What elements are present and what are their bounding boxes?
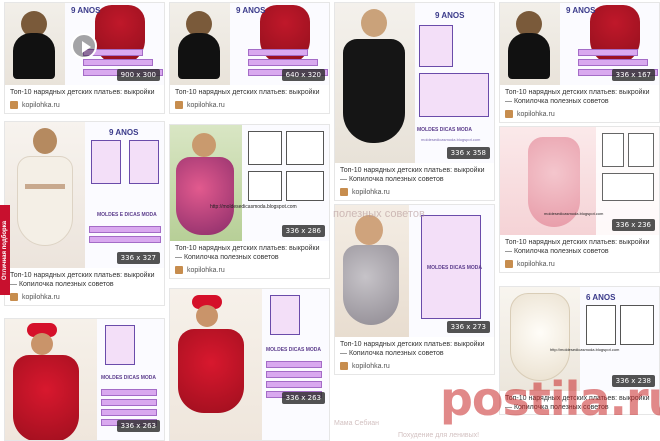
pin-caption[interactable]: Топ-10 нарядных детских платьев: выкройк… — [5, 268, 164, 291]
pin-image[interactable]: moldesedicasmoda.blogspot.com 336 x 236 — [500, 127, 659, 235]
play-icon[interactable] — [71, 33, 97, 59]
pin-image[interactable]: MOLDES DICAS MODA 336 x 263 — [170, 289, 329, 440]
size-badge: 336 x 358 — [446, 147, 490, 159]
pin-source[interactable]: kopilohka.ru — [5, 99, 164, 113]
source-icon — [340, 362, 348, 370]
pin-card[interactable]: MOLDES DICAS MODA 336 x 273 Топ-10 наряд… — [334, 204, 495, 375]
size-badge: 336 x 236 — [611, 219, 655, 231]
size-badge: 336 x 263 — [116, 420, 160, 432]
pin-board: 9 ANOS 900 x 300 Топ-10 нарядных детских… — [0, 0, 660, 441]
pin-source[interactable]: kopilohka.ru — [500, 258, 659, 272]
ghost-text: полезных советов — [333, 208, 425, 220]
pin-image[interactable]: MOLDES DICAS MODA 336 x 273 — [335, 205, 494, 337]
pin-card[interactable]: MOLDES DICAS MODA 336 x 263 — [4, 318, 165, 441]
source-icon — [175, 101, 183, 109]
source-icon — [505, 260, 513, 268]
pin-caption[interactable]: Топ-10 нарядных детских платьев: выкройк… — [500, 235, 659, 258]
pin-image[interactable]: 9 ANOS 640 x 320 — [170, 3, 329, 85]
pin-source[interactable]: kopilohka.ru — [335, 186, 494, 200]
side-tab[interactable]: Отличная подборка — [0, 205, 10, 295]
pin-image[interactable]: http://moldesedicasmoda.blogspot.com 336… — [170, 125, 329, 241]
size-badge: 336 x 167 — [611, 69, 655, 81]
pin-caption[interactable]: Топ-10 нарядных детских платьев: выкройк… — [170, 241, 329, 264]
size-badge: 640 x 320 — [281, 69, 325, 81]
pin-source[interactable]: kopilohka.ru — [170, 264, 329, 278]
pin-caption[interactable]: Топ-10 нарядных детских платьев: выкройк… — [335, 337, 494, 360]
pin-caption[interactable]: Топ-10 нарядных детских платьев: выкройк… — [500, 85, 659, 108]
source-icon — [175, 266, 183, 274]
pin-card[interactable]: 9 ANOS 336 x 167 Топ-10 нарядных детских… — [499, 2, 660, 123]
pattern-url: http://moldesedicasmoda.blogspot.com — [210, 204, 297, 210]
pin-card[interactable]: 9 ANOS 640 x 320 Топ-10 нарядных детских… — [169, 2, 330, 114]
pin-card[interactable]: 9 ANOS MOLDES E DICAS MODA 336 x 327 Топ… — [4, 121, 165, 306]
pattern-title: 9 ANOS — [71, 6, 101, 15]
pin-image[interactable]: 9 ANOS 900 x 300 — [5, 3, 164, 85]
pin-source[interactable]: kopilohka.ru — [170, 99, 329, 113]
pin-image[interactable]: 9 ANOS 336 x 167 — [500, 3, 659, 85]
size-badge: 336 x 263 — [281, 392, 325, 404]
pin-caption[interactable]: Топ-10 нарядных детских платьев: выкройк… — [5, 85, 164, 99]
size-badge: 900 x 300 — [116, 69, 160, 81]
size-badge: 336 x 273 — [446, 321, 490, 333]
size-badge: 336 x 286 — [281, 225, 325, 237]
source-icon — [10, 101, 18, 109]
pin-card[interactable]: moldesedicasmoda.blogspot.com 336 x 236 … — [499, 126, 660, 273]
watermark-logo: postila.ru — [440, 372, 660, 426]
pin-source[interactable]: kopilohka.ru — [5, 291, 164, 305]
source-icon — [505, 110, 513, 118]
source-icon — [10, 293, 18, 301]
pin-card[interactable]: 9 ANOS 900 x 300 Топ-10 нарядных детских… — [4, 2, 165, 114]
source-icon — [340, 188, 348, 196]
pin-image[interactable]: 9 ANOS MOLDES DICAS MODA moldesedicasmod… — [335, 3, 494, 163]
ghost-text: Мама Себиан — [334, 420, 380, 427]
pin-card[interactable]: http://moldesedicasmoda.blogspot.com 336… — [169, 124, 330, 279]
pin-image[interactable]: 9 ANOS MOLDES E DICAS MODA 336 x 327 — [5, 122, 164, 268]
pin-card[interactable]: MOLDES DICAS MODA 336 x 263 — [169, 288, 330, 441]
ghost-text: Похудение для ленивых! — [398, 432, 480, 439]
pin-image[interactable]: MOLDES DICAS MODA 336 x 263 — [5, 319, 164, 440]
size-badge: 336 x 327 — [116, 252, 160, 264]
pin-source[interactable]: kopilohka.ru — [500, 108, 659, 122]
pin-caption[interactable]: Топ-10 нарядных детских платьев: выкройк… — [170, 85, 329, 99]
pin-card[interactable]: 9 ANOS MOLDES DICAS MODA moldesedicasmod… — [334, 2, 495, 201]
pin-caption[interactable]: Топ-10 нарядных детских платьев: выкройк… — [335, 163, 494, 186]
